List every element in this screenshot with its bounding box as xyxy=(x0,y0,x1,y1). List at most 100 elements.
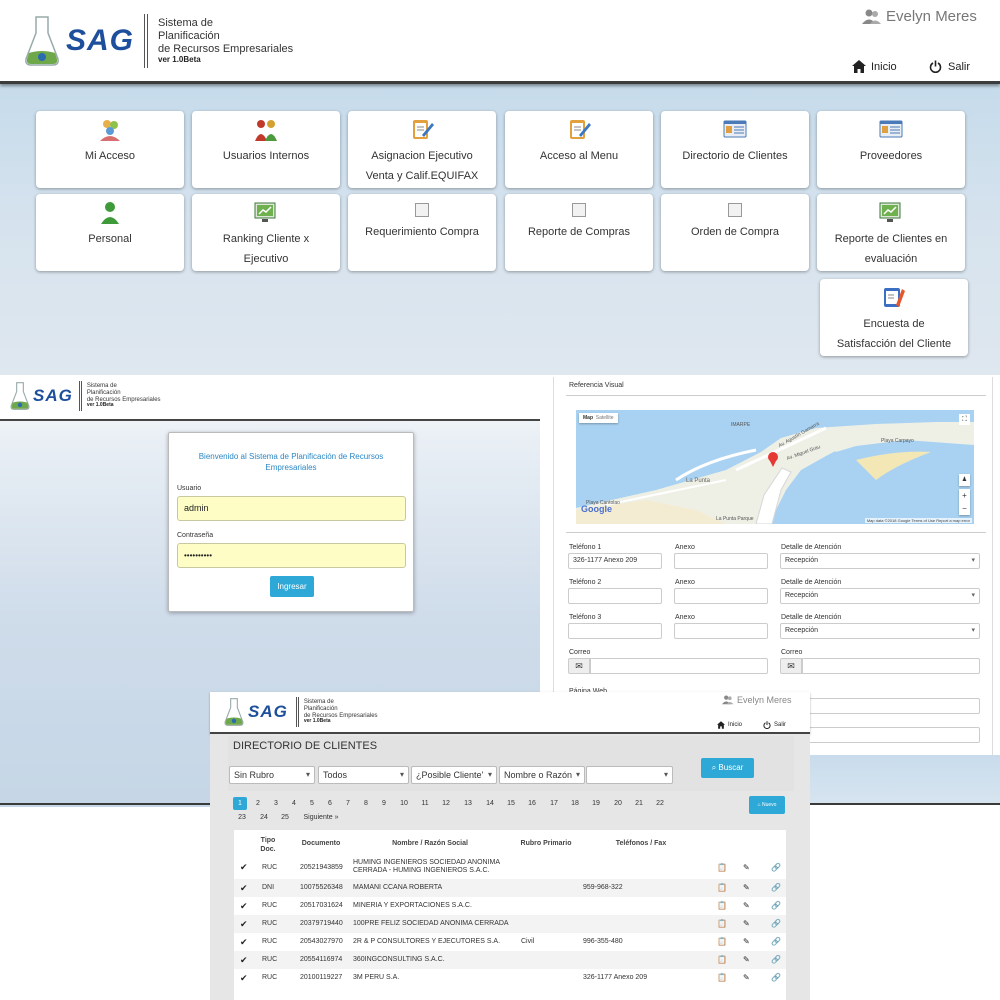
tile-reporte-clientes-evaluacion[interactable]: Reporte de Clientes en evaluación xyxy=(817,194,965,271)
email1-input[interactable] xyxy=(590,658,768,674)
tile-directorio-clientes[interactable]: Directorio de Clientes xyxy=(661,111,809,188)
link-icon[interactable]: 🔗 xyxy=(771,879,781,897)
clipboard-icon[interactable]: 📋 xyxy=(717,879,727,897)
rubro-select[interactable]: Sin Rubro xyxy=(229,766,315,784)
edit-icon[interactable]: ✎ xyxy=(743,879,750,897)
tile-encuesta-satisfaccion[interactable]: Encuesta de Satisfacción del Cliente xyxy=(820,279,968,356)
fullscreen-icon[interactable]: ⛶ xyxy=(959,414,970,425)
attention3-select[interactable]: Recepción xyxy=(780,623,980,639)
map-tab-map[interactable]: Map xyxy=(583,415,593,421)
page-link[interactable]: 21 xyxy=(632,797,646,810)
page-link[interactable]: 7 xyxy=(341,797,355,810)
email2-input[interactable] xyxy=(802,658,980,674)
zoom-in-icon[interactable]: + xyxy=(959,489,970,502)
zoom-control[interactable]: + − xyxy=(959,489,970,515)
table-row[interactable]: ✔ RUC 20100119227 3M PERU S.A. 326-1177 Anex… xyxy=(234,969,786,987)
edit-icon[interactable]: ✎ xyxy=(743,933,750,951)
annex3-input[interactable] xyxy=(674,623,768,639)
clipboard-icon[interactable]: 📋 xyxy=(717,897,727,915)
phone1-input[interactable]: 326-1177 Anexo 209 xyxy=(568,553,662,569)
table-row[interactable]: ✔ RUC 20543027970 2R & P CONSULTORES Y EJEC… xyxy=(234,933,786,951)
username-input[interactable]: admin xyxy=(177,496,406,521)
search-button[interactable]: ⌕ Buscar xyxy=(701,758,754,778)
page-link[interactable]: 11 xyxy=(418,797,432,810)
user-menu[interactable]: Evelyn Meres xyxy=(862,8,977,25)
home-link[interactable]: Inicio xyxy=(852,60,897,73)
tile-ranking-cliente[interactable]: Ranking Cliente x Ejecutivo xyxy=(192,194,340,271)
attention1-select[interactable]: Recepción xyxy=(780,553,980,569)
page-link[interactable]: 22 xyxy=(653,797,667,810)
page-link[interactable]: 8 xyxy=(359,797,373,810)
tile-personal[interactable]: Personal xyxy=(36,194,184,271)
table-row[interactable]: ✔ RUC 20517031624 MINERIA Y EXPORTACIONES S… xyxy=(234,897,786,915)
page-link[interactable]: 12 xyxy=(439,797,453,810)
new-button[interactable]: ⌂ Nuevo xyxy=(749,796,785,814)
logout-link[interactable]: Salir xyxy=(929,60,970,73)
page-link[interactable]: 16 xyxy=(525,797,539,810)
page-link[interactable]: 6 xyxy=(323,797,337,810)
edit-icon[interactable]: ✎ xyxy=(743,856,750,879)
link-icon[interactable]: 🔗 xyxy=(771,856,781,879)
link-icon[interactable]: 🔗 xyxy=(771,933,781,951)
edit-icon[interactable]: ✎ xyxy=(743,897,750,915)
clipboard-icon[interactable]: 📋 xyxy=(717,856,727,879)
zoom-out-icon[interactable]: − xyxy=(959,502,970,515)
search-input[interactable] xyxy=(586,766,673,784)
tile-acceso-al-menu[interactable]: Acceso al Menu xyxy=(505,111,653,188)
clipboard-icon[interactable]: 📋 xyxy=(717,951,727,969)
website-input[interactable] xyxy=(780,698,980,714)
page-link[interactable]: 3 xyxy=(269,797,283,810)
pegman-icon[interactable]: ♟ xyxy=(959,474,970,486)
next-page-link[interactable]: Siguiente » xyxy=(301,812,341,824)
phone2-input[interactable] xyxy=(568,588,662,604)
page-link[interactable]: 20 xyxy=(611,797,625,810)
phone3-input[interactable] xyxy=(568,623,662,639)
edit-icon[interactable]: ✎ xyxy=(743,969,750,987)
page-link[interactable]: 13 xyxy=(461,797,475,810)
map-tab-satellite[interactable]: Satellite xyxy=(596,415,614,421)
table-row[interactable]: ✔ RUC 20521943859 HUMING INGENIEROS SOCIEDA… xyxy=(234,856,786,879)
home-link[interactable]: Inicio xyxy=(717,721,742,729)
page-link[interactable]: 4 xyxy=(287,797,301,810)
tile-mi-acceso[interactable]: Mi Acceso xyxy=(36,111,184,188)
page-link[interactable]: 23 xyxy=(235,812,249,824)
login-button[interactable]: Ingresar xyxy=(270,576,314,597)
link-icon[interactable]: 🔗 xyxy=(771,969,781,987)
page-link[interactable]: 18 xyxy=(568,797,582,810)
status-select[interactable]: Todos xyxy=(318,766,409,784)
tile-requerimiento-compra[interactable]: Requerimiento Compra xyxy=(348,194,496,271)
page-link[interactable]: 1 xyxy=(233,797,247,810)
page-link[interactable]: 10 xyxy=(397,797,411,810)
map-view[interactable]: Map Satellite IMARPE Av. Agustín Gamarra… xyxy=(576,410,974,524)
clipboard-icon[interactable]: 📋 xyxy=(717,915,727,933)
edit-icon[interactable]: ✎ xyxy=(743,915,750,933)
tile-asignacion-ejecutivo[interactable]: Asignacion Ejecutivo Venta y Calif.EQUIFA… xyxy=(348,111,496,188)
map-type-control[interactable]: Map Satellite xyxy=(579,413,618,423)
page-link[interactable]: 25 xyxy=(278,812,292,824)
user-menu[interactable]: Evelyn Meres xyxy=(722,695,792,705)
table-row[interactable]: ✔ DNI 10075526348 MAMANI CCANA ROBERTA 959-9… xyxy=(234,879,786,897)
clipboard-icon[interactable]: 📋 xyxy=(717,969,727,987)
page-link[interactable]: 9 xyxy=(377,797,391,810)
table-row[interactable]: ✔ RUC 20554116974 360INGCONSULTING S.A.C. 📋 ✎… xyxy=(234,951,786,969)
tile-orden-compra[interactable]: Orden de Compra xyxy=(661,194,809,271)
clipboard-icon[interactable]: 📋 xyxy=(717,933,727,951)
link-icon[interactable]: 🔗 xyxy=(771,915,781,933)
page-link[interactable]: 14 xyxy=(483,797,497,810)
possible-client-select[interactable]: ¿Posible Cliente' xyxy=(411,766,497,784)
search-type-select[interactable]: Nombre o Razón xyxy=(499,766,585,784)
page-link[interactable]: 24 xyxy=(257,812,271,824)
link-icon[interactable]: 🔗 xyxy=(771,897,781,915)
password-input[interactable]: •••••••••• xyxy=(177,543,406,568)
annex1-input[interactable] xyxy=(674,553,768,569)
table-row[interactable]: ✔ RUC 20379719440 100PRE FELIZ SOCIEDAD ANO… xyxy=(234,915,786,933)
page-link[interactable]: 15 xyxy=(504,797,518,810)
logout-link[interactable]: Salir xyxy=(763,721,786,729)
tile-reporte-compras[interactable]: Reporte de Compras xyxy=(505,194,653,271)
annex2-input[interactable] xyxy=(674,588,768,604)
page-link[interactable]: 17 xyxy=(547,797,561,810)
tile-usuarios-internos[interactable]: Usuarios Internos xyxy=(192,111,340,188)
attention2-select[interactable]: Recepción xyxy=(780,588,980,604)
link-icon[interactable]: 🔗 xyxy=(771,951,781,969)
edit-icon[interactable]: ✎ xyxy=(743,951,750,969)
